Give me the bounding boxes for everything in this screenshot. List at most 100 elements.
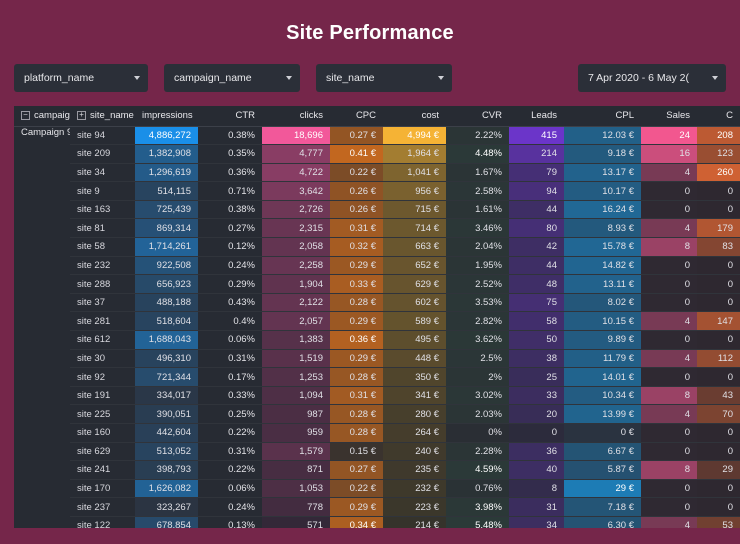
cell-cvr[interactable]: 1.61% (446, 200, 509, 220)
cell-leads[interactable]: 8 (509, 479, 564, 499)
cell-sales[interactable]: 0 (641, 497, 697, 517)
cell-site[interactable]: site 629 (70, 442, 135, 462)
table-row[interactable]: site 81 869,314 0.27% 2,315 0.31 €714 €3.46%… (14, 218, 740, 239)
cell-ctr[interactable]: 0.22% (198, 460, 262, 480)
cell-cvr[interactable]: 1.95% (446, 256, 509, 276)
cell-site[interactable]: site 122 (70, 516, 135, 528)
cell-cpl[interactable]: 15.78 € (564, 237, 641, 257)
cell-ctr[interactable]: 0.38% (198, 126, 262, 146)
cell-cpl[interactable]: 13.11 € (564, 274, 641, 294)
cell-impressions[interactable]: 488,188 (135, 293, 198, 313)
cell-ctr[interactable]: 0.13% (198, 516, 262, 528)
cell-clicks[interactable]: 2,726 (262, 200, 330, 220)
cell-clicks[interactable]: 2,058 (262, 237, 330, 257)
cell-cost[interactable]: 602 € (383, 293, 446, 313)
cell-site[interactable]: site 81 (70, 218, 135, 239)
cell-leads[interactable]: 75 (509, 293, 564, 313)
cell-cpl[interactable]: 14.01 € (564, 367, 641, 387)
cell-impressions[interactable]: 442,604 (135, 423, 198, 443)
cell-ctr[interactable]: 0.24% (198, 256, 262, 276)
cell-ctr[interactable]: 0.38% (198, 200, 262, 220)
cell-site[interactable]: site 612 (70, 330, 135, 350)
cell-cpc[interactable]: 0.29 € (330, 256, 383, 276)
cell-ctr[interactable]: 0.36% (198, 163, 262, 183)
cell-impressions[interactable]: 678,854 (135, 516, 198, 528)
cell-cpl[interactable]: 10.34 € (564, 386, 641, 406)
cell-site[interactable]: site 163 (70, 200, 135, 220)
cell-site[interactable]: site 191 (70, 386, 135, 406)
cell-ctr[interactable]: 0.06% (198, 479, 262, 499)
cell-cvr[interactable]: 5.48% (446, 516, 509, 528)
cell-cost[interactable]: 589 € (383, 311, 446, 332)
cell-clicks[interactable]: 2,122 (262, 293, 330, 313)
cell-leads[interactable]: 0 (509, 423, 564, 443)
filter-site-name[interactable]: site_name (316, 64, 452, 92)
cell-site[interactable]: site 37 (70, 293, 135, 313)
cell-cpl[interactable]: 9.18 € (564, 144, 641, 164)
cell-impressions[interactable]: 1,626,082 (135, 479, 198, 499)
cell-cpl[interactable]: 8.02 € (564, 293, 641, 313)
cell-cpc[interactable]: 0.41 € (330, 144, 383, 164)
filter-campaign-name[interactable]: campaign_name (164, 64, 300, 92)
cell-impressions[interactable]: 1,296,619 (135, 163, 198, 183)
cell-sales[interactable]: 0 (641, 330, 697, 350)
cell-sales[interactable]: 0 (641, 200, 697, 220)
cell-cost[interactable]: 240 € (383, 442, 446, 462)
table-row[interactable]: site 160 442,604 0.22% 959 0.28 €264 €0% 0 0 €… (14, 423, 740, 443)
cell-cost[interactable]: 956 € (383, 181, 446, 201)
cell-sales[interactable]: 0 (641, 479, 697, 499)
cell-impressions[interactable]: 1,382,908 (135, 144, 198, 164)
cell-impressions[interactable]: 323,267 (135, 497, 198, 517)
cell-site[interactable]: site 30 (70, 349, 135, 369)
column-header-sales[interactable]: Sales (641, 106, 697, 127)
cell-cpc[interactable]: 0.22 € (330, 163, 383, 183)
table-row[interactable]: site 34 1,296,619 0.36% 4,722 0.22 €1,041 €1… (14, 163, 740, 183)
cell-sales[interactable]: 0 (641, 293, 697, 313)
cell-impressions[interactable]: 656,923 (135, 274, 198, 294)
cell-ctr[interactable]: 0.4% (198, 311, 262, 332)
cell-leads[interactable]: 48 (509, 274, 564, 294)
column-header-cpl[interactable]: CPL (564, 106, 641, 127)
cell-clicks[interactable]: 987 (262, 404, 330, 424)
cell-sales[interactable]: 8 (641, 386, 697, 406)
cell-cpc[interactable]: 0.28 € (330, 404, 383, 424)
cell-cvr[interactable]: 3.02% (446, 386, 509, 406)
cell-clicks[interactable]: 2,315 (262, 218, 330, 239)
cell-cost[interactable]: 223 € (383, 497, 446, 517)
cell-cpc[interactable]: 0.36 € (330, 330, 383, 350)
cell-last[interactable]: 208 (697, 126, 740, 146)
table-row[interactable]: site 612 1,688,043 0.06% 1,383 0.36 €495 €3.… (14, 330, 740, 350)
collapse-icon[interactable]: − (21, 111, 30, 121)
cell-last[interactable]: 0 (697, 423, 740, 443)
cell-last[interactable]: 123 (697, 144, 740, 164)
cell-cpl[interactable]: 11.79 € (564, 349, 641, 369)
column-header-ctr[interactable]: CTR (198, 106, 262, 127)
cell-cost[interactable]: 350 € (383, 367, 446, 387)
cell-leads[interactable]: 42 (509, 237, 564, 257)
cell-ctr[interactable]: 0.31% (198, 442, 262, 462)
cell-impressions[interactable]: 513,052 (135, 442, 198, 462)
cell-ctr[interactable]: 0.17% (198, 367, 262, 387)
cell-site[interactable]: site 170 (70, 479, 135, 499)
cell-ctr[interactable]: 0.71% (198, 181, 262, 201)
cell-impressions[interactable]: 518,604 (135, 311, 198, 332)
cell-cost[interactable]: 1,041 € (383, 163, 446, 183)
cell-cpl[interactable]: 29 € (564, 479, 641, 499)
cell-cvr[interactable]: 2.52% (446, 274, 509, 294)
cell-cost[interactable]: 629 € (383, 274, 446, 294)
cell-sales[interactable]: 16 (641, 144, 697, 164)
cell-cost[interactable]: 4,994 € (383, 126, 446, 146)
cell-leads[interactable]: 36 (509, 442, 564, 462)
cell-cvr[interactable]: 3.62% (446, 330, 509, 350)
cell-cpl[interactable]: 13.99 € (564, 404, 641, 424)
expand-icon[interactable]: + (77, 111, 86, 121)
cell-last[interactable]: 0 (697, 367, 740, 387)
cell-cpc[interactable]: 0.29 € (330, 497, 383, 517)
cell-cpc[interactable]: 0.29 € (330, 311, 383, 332)
table-row[interactable]: site 209 1,382,908 0.35% 4,777 0.41 €1,964 €… (14, 144, 740, 164)
cell-cvr[interactable]: 2.03% (446, 404, 509, 424)
campaign-group-cell[interactable]: Campaign 9 (14, 126, 70, 528)
column-header-truncated[interactable]: C (697, 106, 740, 127)
cell-leads[interactable]: 44 (509, 256, 564, 276)
cell-last[interactable]: 260 (697, 163, 740, 183)
